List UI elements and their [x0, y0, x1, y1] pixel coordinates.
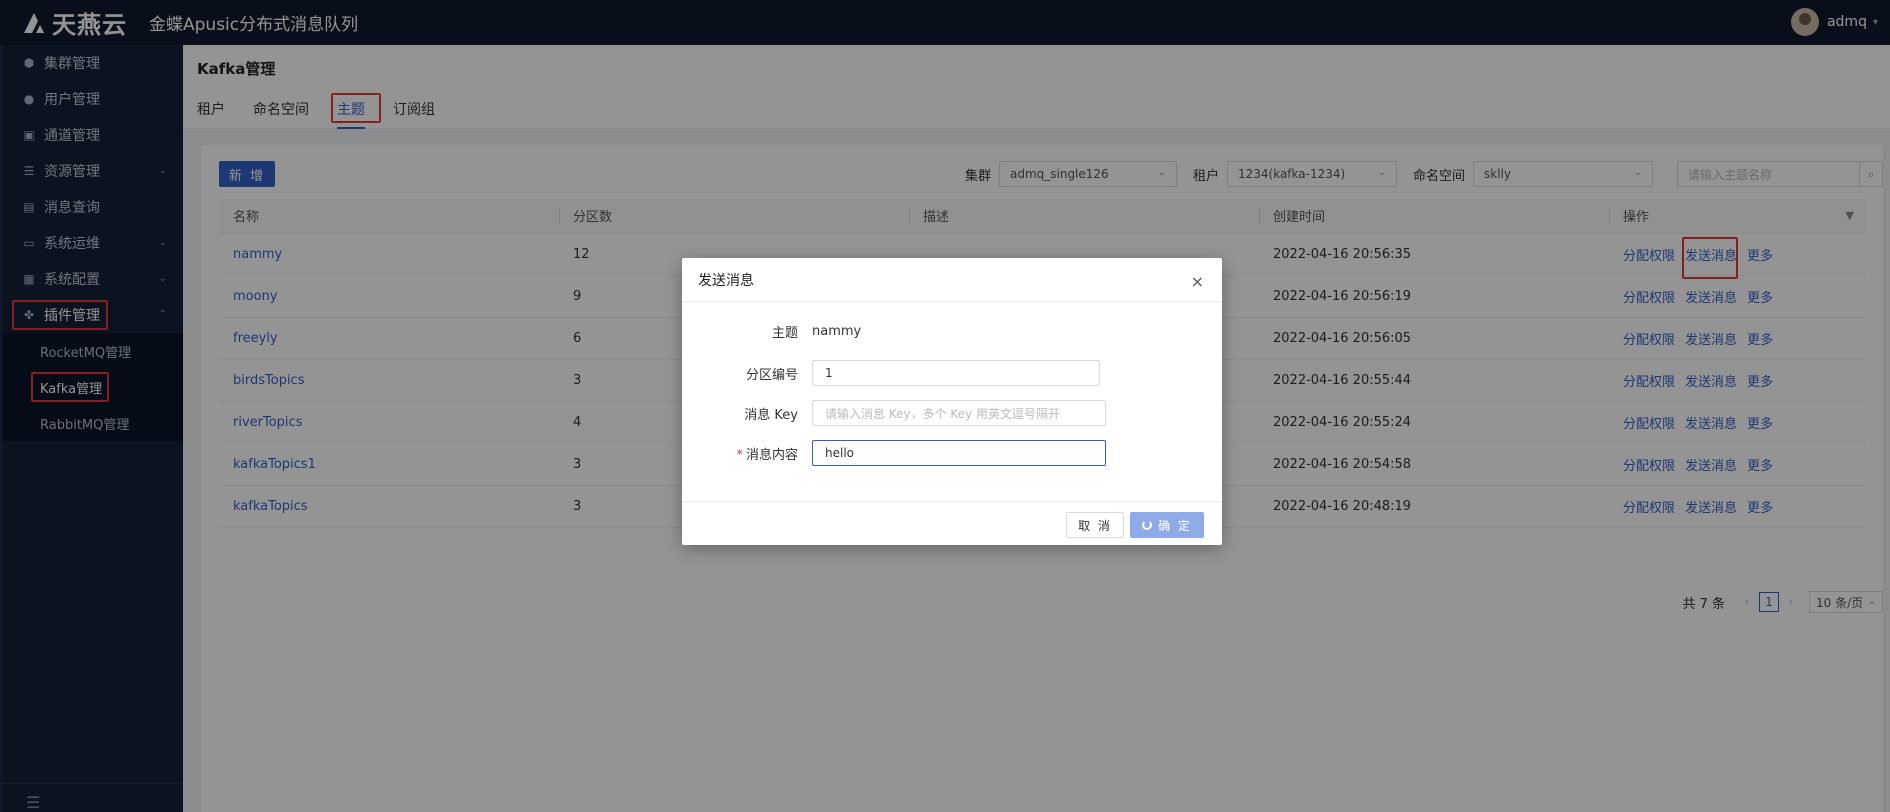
message-content-input[interactable]: hello: [812, 440, 1106, 466]
content-label: * 消息内容: [736, 447, 798, 463]
form-row-partition: 分区编号 1: [682, 360, 1100, 386]
loading-spinner-icon: [1142, 520, 1153, 530]
form-row-topic: 主题 nammy: [682, 322, 861, 341]
dialog-title: 发送消息: [698, 272, 754, 289]
close-icon[interactable]: ×: [1191, 272, 1204, 291]
topic-label: 主题: [771, 326, 798, 341]
dialog-header: 发送消息 ×: [682, 258, 1222, 302]
confirm-button-label: 确 定: [1158, 518, 1192, 533]
partition-input[interactable]: 1: [812, 360, 1100, 386]
key-label: 消息 Key: [744, 407, 798, 423]
send-message-dialog: 发送消息 × 主题 nammy 分区编号 1 消息 Key 请输入消息 Key，…: [682, 258, 1222, 545]
form-row-content: * 消息内容 hello: [682, 440, 1106, 466]
topic-value: nammy: [812, 324, 862, 339]
confirm-button[interactable]: 确 定: [1130, 512, 1204, 538]
cancel-button[interactable]: 取 消: [1066, 512, 1124, 538]
message-key-input[interactable]: 请输入消息 Key，多个 Key 用英文逗号隔开: [812, 400, 1106, 426]
dialog-footer: 取 消 确 定: [682, 501, 1222, 545]
required-mark: *: [736, 447, 743, 463]
partition-label: 分区编号: [745, 367, 798, 383]
form-row-key: 消息 Key 请输入消息 Key，多个 Key 用英文逗号隔开: [682, 400, 1106, 426]
